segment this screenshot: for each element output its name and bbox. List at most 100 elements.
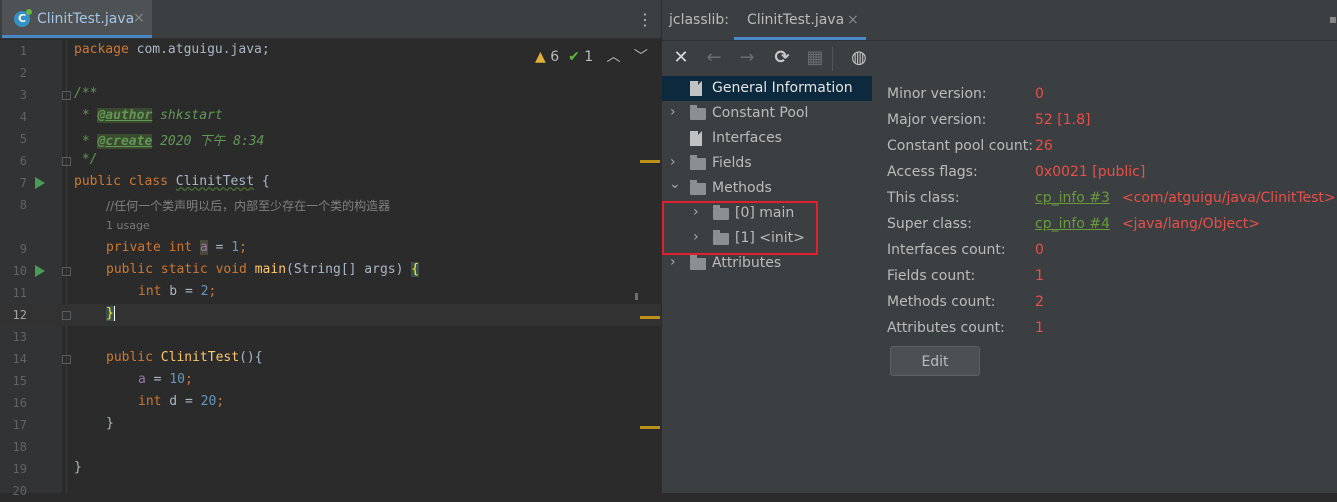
code-line[interactable]: 18 (0, 436, 661, 458)
info-value: 0x0021 [public] (1035, 164, 1146, 180)
info-row: Attributes count: 1 (887, 314, 1337, 340)
tree-item-label: Interfaces (712, 130, 782, 146)
code-line[interactable]: 1 package com.atguigu.java; (0, 40, 661, 62)
scroll-marker[interactable] (640, 160, 660, 163)
usage-hint[interactable]: 1 usage (106, 219, 150, 232)
tab-label: ClinitTest.java (37, 11, 135, 27)
tab-jclasslib-clinittest[interactable]: ClinitTest.java × (734, 0, 866, 40)
line-number: 7 (19, 176, 27, 190)
info-value: cp_info #4 <java/lang/Object> (1035, 216, 1260, 232)
web-icon[interactable]: ◍ (848, 47, 870, 69)
info-row: Super class: cp_info #4 <java/lang/Object… (887, 210, 1337, 236)
edit-button[interactable]: Edit (890, 346, 980, 376)
line-number: 2 (19, 66, 27, 80)
code-line[interactable]: 7 public class ClinitTest { (0, 172, 661, 194)
folder-icon (690, 105, 706, 120)
close-icon[interactable]: × (847, 12, 859, 28)
cp-info-link[interactable]: cp_info #3 (1035, 190, 1110, 206)
line-comment: //任何一个类声明以后，内部至少存在一个类的构造器 (106, 199, 391, 213)
code-line[interactable]: 6 */ (0, 150, 661, 172)
code-line[interactable]: 3 /** (0, 84, 661, 106)
fold-icon[interactable] (62, 311, 71, 320)
info-value: 1 (1035, 320, 1044, 336)
code-token: = (145, 372, 170, 387)
code-token: 2020 下午 8:34 (152, 134, 265, 149)
close-icon[interactable]: × (133, 10, 145, 26)
code-line[interactable]: 20 (0, 480, 661, 502)
jclasslib-toolbar: ✕ ← → ⟳ ▦ ◍ (662, 41, 1337, 75)
code-token: private (106, 240, 161, 255)
fold-icon[interactable] (62, 157, 71, 166)
info-value: 2 (1035, 294, 1044, 310)
line-number: 1 (19, 44, 27, 58)
fold-icon[interactable] (62, 91, 71, 100)
code-editor: C ClinitTest.java × ⋮ ▲ 6 ✔ 1 ︿ ﹀ 1 pack… (0, 0, 661, 498)
tree-item-label: Methods (712, 180, 772, 196)
code-token: * (74, 108, 98, 123)
general-information-pane: Minor version: 0 Major version: 52 [1.8]… (887, 75, 1337, 493)
run-icon[interactable] (35, 177, 45, 189)
current-line[interactable]: 12 } (0, 304, 661, 326)
file-icon (690, 131, 702, 146)
code-line[interactable]: 14 public ClinitTest(){ (0, 348, 661, 370)
info-value: 0 (1035, 86, 1044, 102)
chevron-down-icon[interactable]: ⌄ (669, 176, 681, 192)
info-value: 52 [1.8] (1035, 112, 1091, 128)
info-row: Fields count: 1 (887, 262, 1337, 288)
code-line[interactable]: 4 * @author shkstart (0, 106, 661, 128)
scroll-marker[interactable] (640, 316, 660, 319)
info-key: Access flags: (887, 164, 978, 180)
code-token: ; (208, 284, 217, 299)
forward-icon[interactable]: → (736, 47, 758, 69)
chevron-right-icon[interactable]: › (670, 154, 676, 170)
cp-info-link[interactable]: cp_info #4 (1035, 216, 1110, 232)
more-menu-icon[interactable]: ⋮ (637, 10, 653, 29)
back-icon[interactable]: ← (703, 47, 725, 69)
tree-item-fields[interactable]: › Fields (662, 151, 872, 176)
code-token: d = (161, 394, 201, 409)
scrollbar-thumb[interactable] (635, 293, 638, 300)
line-number: 13 (12, 330, 27, 344)
close-file-icon[interactable]: ✕ (670, 47, 692, 69)
code-token: com.atguigu.java; (128, 42, 270, 57)
tree-item-general-information[interactable]: General Information (662, 76, 872, 101)
info-row: Methods count: 2 (887, 288, 1337, 314)
save-icon[interactable]: ▦ (804, 47, 826, 69)
fold-icon[interactable] (62, 355, 71, 364)
info-key: Interfaces count: (887, 242, 1006, 258)
code-token: package (74, 42, 129, 57)
line-number: 5 (19, 132, 27, 146)
code-line[interactable]: 2 (0, 62, 661, 84)
code-line[interactable]: 15 a = 10; (0, 370, 661, 392)
tree-item-constant-pool[interactable]: › Constant Pool (662, 101, 872, 126)
info-key: Methods count: (887, 294, 996, 310)
fold-icon[interactable] (62, 267, 71, 276)
code-line[interactable]: 17 } (0, 414, 661, 436)
code-line[interactable]: 8 //任何一个类声明以后，内部至少存在一个类的构造器 1 usage (0, 194, 661, 232)
tab-clinittest-java[interactable]: C ClinitTest.java × (2, 0, 152, 38)
code-line[interactable]: 13 (0, 326, 661, 348)
code-line[interactable]: 9 private int a = 1; (0, 238, 661, 260)
info-key: Fields count: (887, 268, 976, 284)
code-line[interactable]: 11 int b = 2; (0, 282, 661, 304)
code-token: b = (161, 284, 201, 299)
code-line[interactable]: 5 * @create 2020 下午 8:34 (0, 128, 661, 150)
field-name: a (199, 240, 208, 255)
chevron-right-icon[interactable]: › (670, 254, 676, 270)
run-icon[interactable] (35, 265, 45, 277)
code-token: (String[] args) (286, 262, 412, 277)
code-line[interactable]: 10 public static void main(String[] args… (0, 260, 661, 282)
code-line[interactable]: 19 } (0, 458, 661, 480)
refresh-icon[interactable]: ⟳ (771, 47, 793, 69)
tree-item-interfaces[interactable]: Interfaces (662, 126, 872, 151)
line-number: 10 (12, 264, 27, 278)
toolbar-separator (832, 47, 833, 71)
tree-item-methods[interactable]: ⌄ Methods (662, 176, 872, 201)
chevron-right-icon[interactable]: › (670, 104, 676, 120)
code-line[interactable]: 16 int d = 20; (0, 392, 661, 414)
number-literal: 1 (231, 240, 240, 255)
line-number: 17 (12, 418, 27, 432)
line-number: 15 (12, 374, 27, 388)
tree-item-label: Attributes (712, 255, 782, 271)
scroll-marker[interactable] (640, 426, 660, 429)
